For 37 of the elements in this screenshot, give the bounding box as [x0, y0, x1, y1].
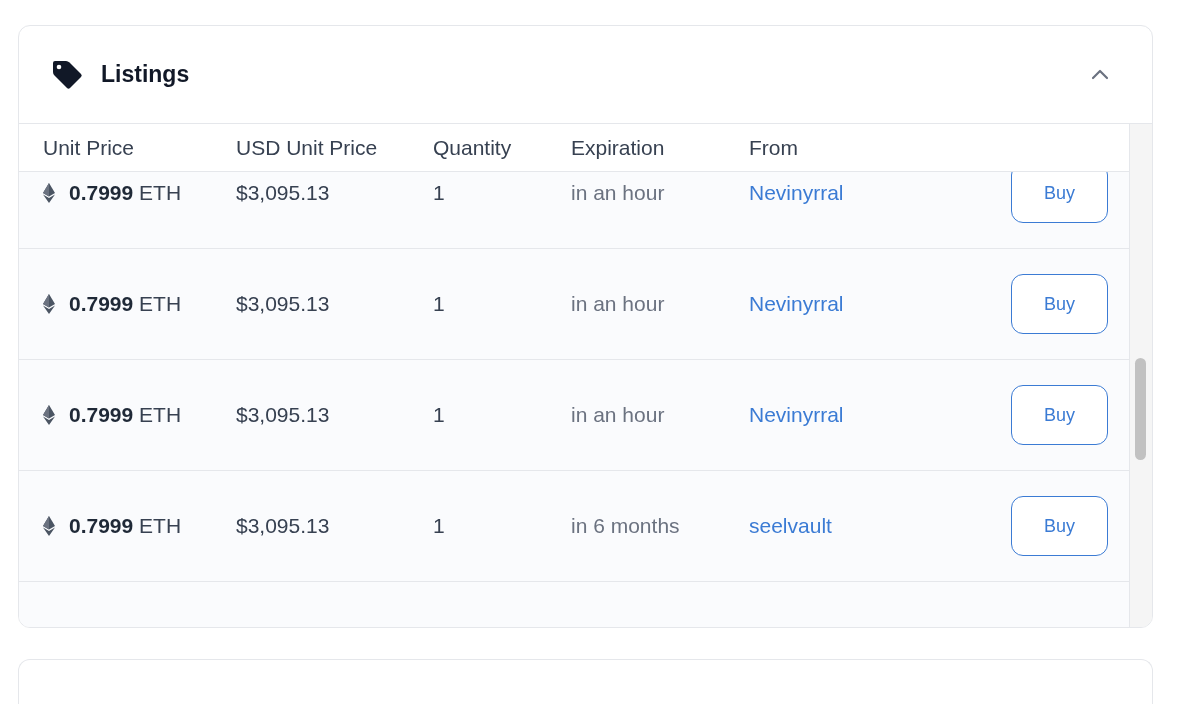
column-header: USD Unit Price — [236, 135, 379, 160]
ethereum-icon — [43, 516, 55, 536]
seller-link[interactable]: Nevinyrral — [749, 403, 999, 427]
column-header: Expiration — [571, 135, 666, 160]
buy-button[interactable]: Buy — [1011, 496, 1108, 556]
usd-price: $3,095.13 — [236, 514, 331, 538]
expiration: in an hour — [571, 181, 666, 205]
panel-title: Listings — [101, 61, 190, 88]
expiration: in an hour — [571, 292, 666, 316]
expiration: in 6 months — [571, 514, 681, 538]
expiration: in an hour — [571, 403, 666, 427]
seller-link[interactable]: Nevinyrral — [749, 292, 999, 316]
ethereum-icon — [43, 405, 55, 425]
usd-price: $3,095.13 — [236, 292, 331, 316]
quantity: 1 — [433, 181, 446, 205]
scrollbar[interactable] — [1129, 124, 1152, 627]
ethereum-icon — [43, 294, 55, 314]
usd-price: $3,095.13 — [236, 403, 331, 427]
quantity: 1 — [433, 514, 446, 538]
column-header: Unit Price — [43, 135, 136, 160]
seller-link[interactable]: seelvault — [749, 514, 999, 538]
unit-price: 0.7999 ETH — [69, 514, 182, 538]
usd-price: $3,095.13 — [236, 181, 331, 205]
tag-icon — [51, 58, 83, 91]
quantity: 1 — [433, 292, 446, 316]
buy-button[interactable]: Buy — [1011, 385, 1108, 445]
column-header: Quantity — [433, 135, 513, 160]
buy-button[interactable]: Buy — [1011, 172, 1108, 223]
seller-link[interactable]: Nevinyrral — [749, 181, 999, 205]
ethereum-icon — [43, 183, 55, 203]
buy-button[interactable]: Buy — [1011, 274, 1108, 334]
scrollbar-thumb[interactable] — [1135, 358, 1146, 460]
unit-price: 0.7999 ETH — [69, 181, 182, 205]
unit-price: 0.7999 ETH — [69, 292, 182, 316]
unit-price: 0.7999 ETH — [69, 403, 182, 427]
column-header: From — [749, 135, 799, 160]
quantity: 1 — [433, 403, 446, 427]
